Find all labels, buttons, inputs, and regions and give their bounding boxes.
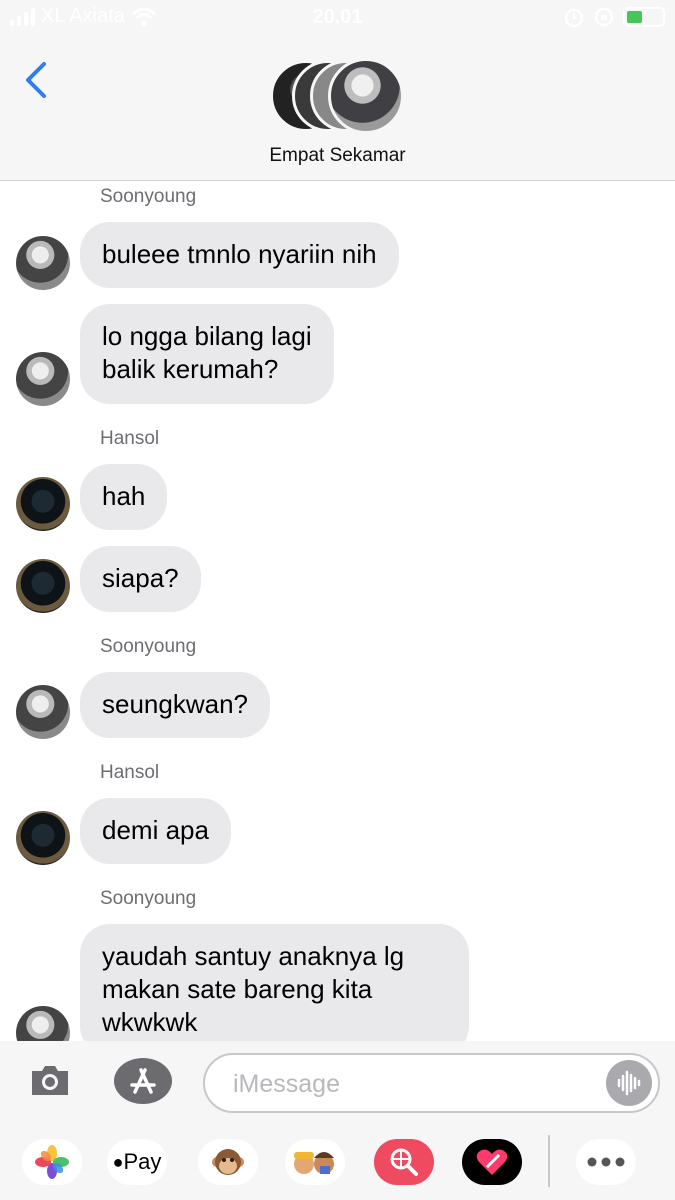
avatar[interactable] xyxy=(16,352,70,406)
group-name[interactable]: Empat Sekamar xyxy=(0,145,675,167)
search-globe-icon xyxy=(390,1148,418,1176)
message-bubble[interactable]: yaudah santuy anaknya lg makan sate bare… xyxy=(80,924,469,1041)
audio-message-button[interactable] xyxy=(606,1060,652,1106)
avatar[interactable] xyxy=(16,1006,70,1041)
more-icon xyxy=(587,1157,625,1167)
sender-name: Hansol xyxy=(100,762,160,783)
composer-bar xyxy=(0,1041,675,1121)
sender-name: Hansol xyxy=(100,428,160,449)
waveform-icon xyxy=(617,1070,641,1096)
photos-icon xyxy=(35,1145,69,1179)
app-store-button[interactable] xyxy=(114,1058,172,1104)
animoji-button[interactable] xyxy=(198,1139,258,1185)
message-list[interactable]: Soonyoung buleee tmnlo nyariin nih lo ng… xyxy=(0,181,675,1041)
drawer-divider xyxy=(548,1135,550,1187)
memoji-icon xyxy=(294,1152,334,1174)
apple-pay-label: Pay xyxy=(123,1149,162,1174)
monkey-icon xyxy=(212,1149,244,1175)
rotation-lock-icon xyxy=(594,7,614,27)
memoji-button[interactable] xyxy=(285,1139,345,1185)
back-button[interactable] xyxy=(22,60,52,100)
message-bubble[interactable]: seungkwan? xyxy=(80,672,270,738)
sender-name: Soonyoung xyxy=(100,636,197,657)
avatar[interactable] xyxy=(16,477,70,531)
message-bubble[interactable]: buleee tmnlo nyariin nih xyxy=(80,222,399,288)
status-right xyxy=(563,6,665,28)
group-avatar-4 xyxy=(328,58,404,134)
web-search-button[interactable] xyxy=(374,1139,434,1185)
message-bubble[interactable]: siapa? xyxy=(80,546,201,612)
alarm-icon xyxy=(564,8,584,28)
message-input[interactable] xyxy=(231,1069,595,1100)
camera-button[interactable] xyxy=(28,1061,72,1099)
message-bubble[interactable]: hah xyxy=(80,464,168,530)
apple-pay-button[interactable]: ● Pay xyxy=(107,1139,167,1185)
heart-icon xyxy=(476,1149,508,1175)
message-bubble[interactable]: lo ngga bilang lagi balik kerumah? xyxy=(80,304,334,404)
app-drawer: ● Pay xyxy=(0,1121,675,1200)
more-apps-button[interactable] xyxy=(576,1139,636,1185)
avatar[interactable] xyxy=(16,685,70,739)
apple-logo-icon: ● xyxy=(112,1151,124,1172)
digital-touch-button[interactable] xyxy=(462,1139,522,1185)
group-avatars[interactable] xyxy=(270,58,405,134)
avatar[interactable] xyxy=(16,559,70,613)
conversation-header: XL Axiata 20.01 Empat Sekamar xyxy=(0,0,675,181)
status-bar: XL Axiata 20.01 xyxy=(0,0,675,36)
sender-name: Soonyoung xyxy=(100,888,197,909)
sender-name: Soonyoung xyxy=(100,186,197,207)
app-store-icon xyxy=(130,1068,156,1094)
message-field[interactable] xyxy=(203,1053,660,1113)
message-bubble[interactable]: demi apa xyxy=(80,798,231,864)
avatar[interactable] xyxy=(16,811,70,865)
photos-app-button[interactable] xyxy=(22,1139,82,1185)
avatar[interactable] xyxy=(16,236,70,290)
battery-icon xyxy=(623,7,665,27)
